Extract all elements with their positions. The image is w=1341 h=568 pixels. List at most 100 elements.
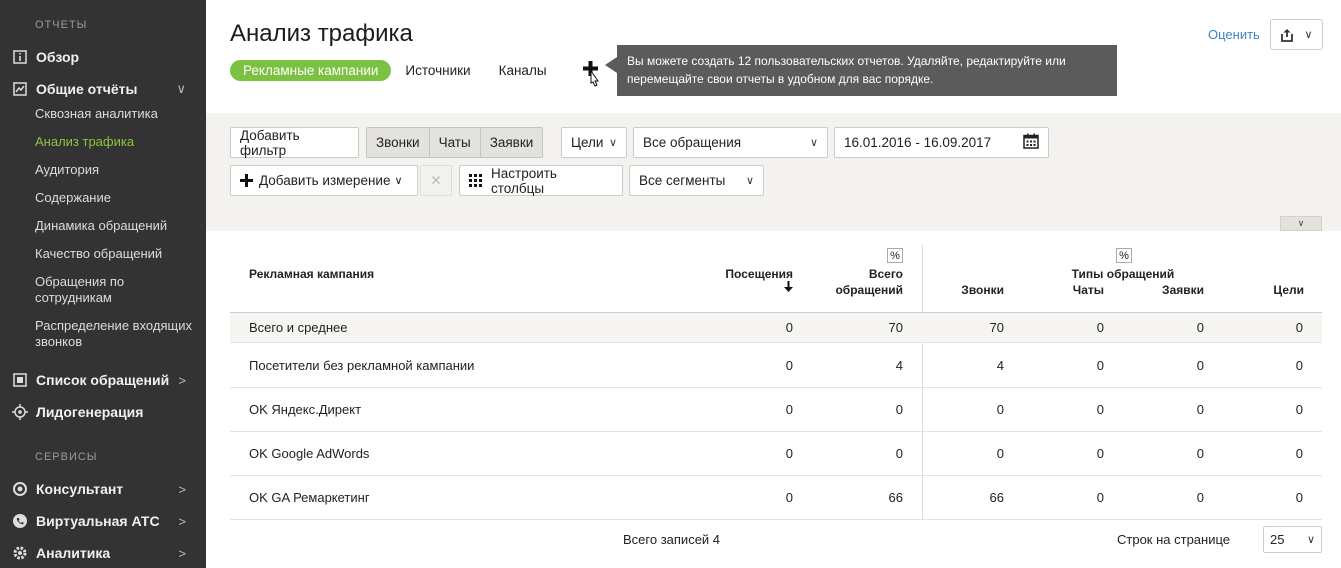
chevron-down-icon: ∨ xyxy=(1297,218,1305,228)
table-row[interactable]: OK Яндекс.Директ 0 0 0 0 0 0 xyxy=(230,388,1322,432)
cell-name: OK Яндекс.Директ xyxy=(249,402,362,417)
phone-icon xyxy=(12,513,28,529)
section-services-label: СЕРВИСЫ xyxy=(35,451,98,463)
add-dimension-label: Добавить измерение xyxy=(259,173,391,188)
cell-chats: 0 xyxy=(1096,320,1104,335)
segment-calls[interactable]: Звонки xyxy=(367,128,430,157)
sidebar-sub-item[interactable]: Динамика обращений xyxy=(35,218,195,234)
cell-visits: 0 xyxy=(785,320,793,335)
cell-calls: 4 xyxy=(996,357,1004,373)
cell-calls: 66 xyxy=(989,490,1004,505)
segments-dropdown[interactable]: Все сегменты ∨ xyxy=(629,165,764,196)
cell-requests: 0 xyxy=(1196,357,1204,373)
add-dimension-button[interactable]: Добавить измерение ∨ xyxy=(230,165,418,196)
cell-total: 0 xyxy=(895,446,903,461)
sidebar-item-requests-list[interactable]: Список обращений > xyxy=(12,368,192,392)
cell-calls: 0 xyxy=(996,402,1004,417)
cell-goals: 0 xyxy=(1295,490,1303,505)
column-header-goals[interactable]: Цели xyxy=(1234,282,1304,298)
sidebar-sub-item[interactable]: Содержание xyxy=(35,190,195,206)
chevron-down-icon: ∨ xyxy=(809,137,818,149)
percent-toggle-types[interactable]: % xyxy=(1116,248,1132,263)
cell-chats: 0 xyxy=(1096,446,1104,461)
goals-dropdown[interactable]: Цели ∨ xyxy=(561,127,627,158)
rows-per-page-select[interactable]: 25 ∨ xyxy=(1263,526,1322,553)
collapse-filters-button[interactable]: ∨ xyxy=(1280,216,1322,231)
date-range-picker[interactable]: 16.01.2016 - 16.09.2017 xyxy=(834,127,1049,158)
segment-chats[interactable]: Чаты xyxy=(429,128,481,157)
sidebar-sub-item[interactable]: Обращения по сотрудникам xyxy=(35,274,195,306)
sidebar-item-label: Лидогенерация xyxy=(36,404,144,420)
column-header-campaign[interactable]: Рекламная кампания xyxy=(249,266,374,282)
sidebar-item-label: Виртуальная АТС xyxy=(36,513,160,529)
table-row[interactable]: OK GA Ремаркетинг 0 66 66 0 0 0 xyxy=(230,476,1322,520)
cell-chats: 0 xyxy=(1096,402,1104,417)
target-icon xyxy=(12,404,28,420)
list-icon xyxy=(12,372,28,388)
chevron-right-icon: > xyxy=(178,372,186,388)
cell-total: 4 xyxy=(895,357,903,373)
requests-select[interactable]: Все обращения ∨ xyxy=(633,127,828,158)
sidebar-item-consultant[interactable]: Консультант > xyxy=(12,477,192,501)
sidebar-sub-item[interactable]: Качество обращений xyxy=(35,246,195,262)
cell-name: Всего и среднее xyxy=(249,320,348,335)
sidebar-item-label: Аналитика xyxy=(36,545,111,561)
chevron-down-icon: ∨ xyxy=(394,175,403,187)
column-header-chats[interactable]: Чаты xyxy=(1034,282,1104,298)
sidebar-item-general-reports[interactable]: Общие отчёты ∨ xyxy=(12,77,192,101)
column-header-visits[interactable]: Посещения xyxy=(702,266,793,282)
column-header-total-line1[interactable]: Всего xyxy=(813,266,903,282)
sidebar-sub-item-active[interactable]: Анализ трафика xyxy=(35,134,195,150)
rate-link[interactable]: Оценить xyxy=(1208,27,1260,42)
sidebar-item-lead-generation[interactable]: Лидогенерация xyxy=(12,400,192,424)
tab-channels[interactable]: Каналы xyxy=(499,63,547,78)
add-filter-button[interactable]: Добавить фильтр xyxy=(230,127,359,158)
column-group-request-types: Типы обращений xyxy=(1071,267,1175,281)
cell-name: OK GA Ремаркетинг xyxy=(249,490,370,505)
sidebar-item-label: Обзор xyxy=(36,49,80,65)
total-records: Всего записей 4 xyxy=(623,532,721,547)
consultant-icon xyxy=(12,481,28,497)
tab-sources[interactable]: Источники xyxy=(405,63,470,78)
column-header-requests[interactable]: Заявки xyxy=(1134,282,1204,298)
chevron-down-icon: ∨ xyxy=(608,137,617,149)
calendar-icon xyxy=(1023,133,1039,152)
table-row[interactable]: Посетители без рекламной кампании 0 4 4 … xyxy=(230,343,1322,388)
tooltip: Вы можете создать 12 пользовательских от… xyxy=(605,45,1117,96)
sidebar-sub-item[interactable]: Распределение входящих звонков xyxy=(35,318,195,350)
remove-dimension-button[interactable]: ✕ xyxy=(420,165,452,196)
chevron-right-icon: > xyxy=(178,545,186,561)
plus-icon xyxy=(240,174,253,187)
sidebar-item-label: Консультант xyxy=(36,481,124,497)
cell-requests: 0 xyxy=(1196,402,1204,417)
percent-toggle-total[interactable]: % xyxy=(887,248,903,263)
sidebar-item-analytics[interactable]: Аналитика > xyxy=(12,541,192,565)
chevron-right-icon: > xyxy=(178,513,186,529)
cell-chats: 0 xyxy=(1096,357,1104,373)
column-header-calls[interactable]: Звонки xyxy=(934,282,1004,298)
export-button[interactable]: ∨ xyxy=(1270,19,1323,50)
cell-total: 70 xyxy=(888,320,903,335)
cell-name: OK Google AdWords xyxy=(249,446,370,461)
table-row[interactable]: OK Google AdWords 0 0 0 0 0 0 xyxy=(230,432,1322,476)
sidebar-item-overview[interactable]: Обзор xyxy=(12,45,192,69)
goals-label: Цели xyxy=(571,135,604,150)
sort-arrow-down-icon[interactable] xyxy=(784,281,793,296)
sidebar-item-label: Общие отчёты xyxy=(36,81,138,97)
sidebar-item-virtual-pbx[interactable]: Виртуальная АТС > xyxy=(12,509,192,533)
column-header-total-line2[interactable]: обращений xyxy=(813,282,903,298)
cell-goals: 0 xyxy=(1295,357,1303,373)
add-report-button[interactable] xyxy=(582,61,600,87)
chevron-down-icon: ∨ xyxy=(176,81,186,96)
segment-requests[interactable]: Заявки xyxy=(480,128,543,157)
chart-icon xyxy=(12,81,28,97)
cell-name: Посетители без рекламной кампании xyxy=(249,357,475,373)
sidebar-sub-item[interactable]: Сквозная аналитика xyxy=(35,106,195,122)
plus-icon xyxy=(583,61,599,87)
tab-ad-campaigns[interactable]: Рекламные кампании xyxy=(230,59,392,81)
sidebar: ОТЧЕТЫ Обзор Общие отчёты ∨ Сквозная ана… xyxy=(0,0,206,568)
cell-visits: 0 xyxy=(785,357,793,373)
close-icon: ✕ xyxy=(430,172,442,188)
configure-columns-button[interactable]: Настроить столбцы xyxy=(459,165,623,196)
sidebar-sub-item[interactable]: Аудитория xyxy=(35,162,195,178)
